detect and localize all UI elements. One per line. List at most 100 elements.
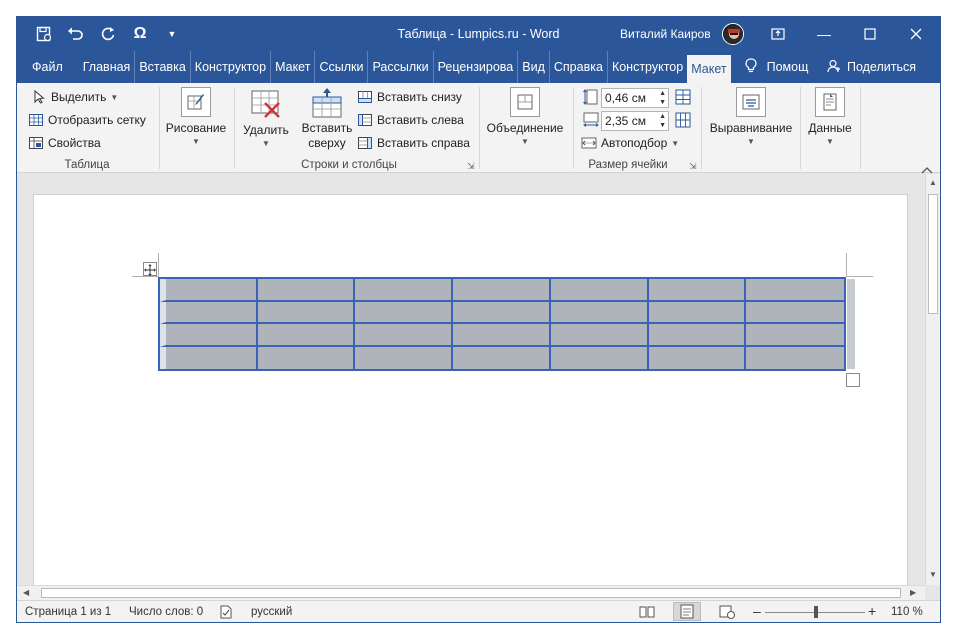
table-cell[interactable] [550, 301, 649, 324]
autofit-button[interactable]: Автоподбор ▼ [581, 135, 679, 151]
scroll-left-icon[interactable]: ◀ [23, 588, 29, 597]
ribbon-display-options-icon[interactable] [755, 17, 801, 51]
table-resize-handle[interactable] [846, 373, 860, 387]
insert-symbol-icon[interactable]: Ω [129, 23, 151, 45]
row-height-input[interactable]: 0,46 см ▲ ▼ [601, 88, 669, 108]
word-count[interactable]: Число слов: 0 [129, 606, 203, 618]
merge-button[interactable]: Объединение ▼ [485, 87, 565, 146]
table-cell[interactable] [746, 279, 844, 302]
vertical-scroll-thumb[interactable] [928, 194, 938, 314]
table-move-handle-icon[interactable] [143, 262, 157, 276]
table-cell[interactable] [453, 324, 551, 347]
undo-icon[interactable] [65, 23, 87, 45]
table-cell[interactable] [160, 279, 258, 302]
tab-tell-me[interactable]: Помощ [731, 51, 813, 83]
scroll-up-icon[interactable]: ▲ [929, 178, 937, 187]
table-cell[interactable] [746, 324, 844, 347]
scroll-right-icon[interactable]: ▶ [910, 588, 916, 597]
maximize-icon[interactable] [847, 17, 893, 51]
tab-references[interactable]: Ссылки [315, 51, 369, 83]
close-icon[interactable] [893, 17, 939, 51]
table-cell[interactable] [746, 302, 844, 324]
table-cell[interactable] [648, 301, 747, 324]
dialog-launcher-icon[interactable]: ⇲ [689, 161, 697, 172]
spin-arrows-icon[interactable]: ▲ ▼ [659, 89, 666, 107]
table-cell[interactable] [160, 346, 258, 369]
horizontal-scroll-thumb[interactable] [41, 588, 901, 598]
column-width-input[interactable]: 2,35 см ▲ ▼ [601, 111, 669, 131]
zoom-out-icon[interactable]: – [753, 603, 761, 619]
insert-right-button[interactable]: Вставить справа [357, 135, 470, 151]
table-cell[interactable] [160, 301, 258, 324]
tab-table-design[interactable]: Конструктор [608, 51, 687, 83]
table-cell[interactable] [648, 324, 747, 347]
read-mode-icon[interactable] [639, 605, 655, 622]
table-cell[interactable] [257, 324, 356, 347]
web-layout-icon[interactable] [719, 605, 735, 622]
tab-help[interactable]: Справка [550, 51, 608, 83]
table-cell[interactable] [453, 279, 551, 302]
table-cell[interactable] [258, 346, 356, 369]
customize-qat-icon[interactable]: ▼ [161, 23, 183, 45]
document-table[interactable] [158, 277, 846, 371]
properties-button[interactable]: Свойства [28, 135, 101, 151]
distribute-rows-icon[interactable] [675, 89, 691, 110]
table-cell[interactable] [355, 346, 454, 369]
minimize-icon[interactable]: — [801, 17, 847, 51]
select-button[interactable]: Выделить ▼ [31, 89, 118, 105]
tab-view[interactable]: Вид [518, 51, 550, 83]
zoom-level[interactable]: 110 % [891, 606, 923, 618]
distribute-columns-icon[interactable] [675, 112, 691, 133]
document-page[interactable] [33, 194, 908, 585]
data-button[interactable]: Данные ▼ [805, 87, 855, 146]
avatar[interactable] [722, 23, 744, 45]
tab-review[interactable]: Рецензирова [434, 51, 519, 83]
table-cell[interactable] [453, 346, 551, 369]
table-cell[interactable] [355, 324, 454, 347]
table-cell[interactable] [649, 346, 747, 369]
draw-table-icon [181, 87, 211, 117]
insert-left-button[interactable]: Вставить слева [357, 112, 464, 128]
table-cell[interactable] [550, 324, 649, 347]
language[interactable]: русский [251, 606, 292, 618]
share-button[interactable]: Поделиться [827, 51, 916, 83]
table-cell[interactable] [648, 279, 747, 302]
zoom-slider-thumb[interactable] [814, 606, 818, 618]
tab-layout[interactable]: Макет [271, 51, 316, 83]
alignment-button[interactable]: Выравнивание ▼ [707, 87, 795, 146]
table-cell[interactable] [355, 301, 454, 324]
table-cell[interactable] [746, 347, 844, 370]
insert-below-button[interactable]: Вставить снизу [357, 89, 462, 105]
zoom-in-icon[interactable]: + [868, 603, 876, 619]
tab-table-layout[interactable]: Макет [687, 55, 731, 83]
document-area[interactable] [17, 174, 925, 585]
table-cell[interactable] [257, 301, 356, 324]
status-bar: Страница 1 из 1 Число слов: 0 русский – … [17, 600, 940, 622]
tab-insert[interactable]: Вставка [135, 51, 191, 83]
draw-button[interactable]: Рисование ▼ [163, 87, 229, 146]
proofing-icon[interactable] [219, 605, 233, 622]
horizontal-scrollbar[interactable]: ◀ ▶ [17, 585, 925, 600]
delete-button[interactable]: Удалить ▼ [239, 87, 293, 148]
spin-arrows-icon[interactable]: ▲ ▼ [659, 112, 666, 130]
tab-design[interactable]: Конструктор [191, 51, 272, 83]
tab-home[interactable]: Главная [79, 51, 136, 83]
dialog-launcher-icon[interactable]: ⇲ [467, 161, 475, 172]
table-cell[interactable] [551, 346, 649, 369]
table-cell[interactable] [550, 279, 649, 302]
tab-mailings[interactable]: Рассылки [368, 51, 434, 83]
view-gridlines-button[interactable]: Отобразить сетку [28, 112, 146, 128]
table-cell[interactable] [355, 279, 454, 302]
vertical-scrollbar[interactable]: ▲ ▼ [925, 174, 940, 585]
page-count[interactable]: Страница 1 из 1 [25, 606, 111, 618]
table-cell[interactable] [257, 279, 356, 302]
insert-above-button[interactable]: Вставить сверху [297, 87, 357, 151]
tab-file[interactable]: Файл [17, 51, 79, 83]
scroll-down-icon[interactable]: ▼ [929, 570, 937, 579]
print-layout-icon[interactable] [673, 602, 701, 621]
user-name[interactable]: Виталий Каиров [620, 27, 711, 41]
table-cell[interactable] [453, 301, 551, 324]
save-autosave-icon[interactable] [33, 23, 55, 45]
redo-icon[interactable] [97, 23, 119, 45]
table-cell[interactable] [160, 324, 258, 347]
